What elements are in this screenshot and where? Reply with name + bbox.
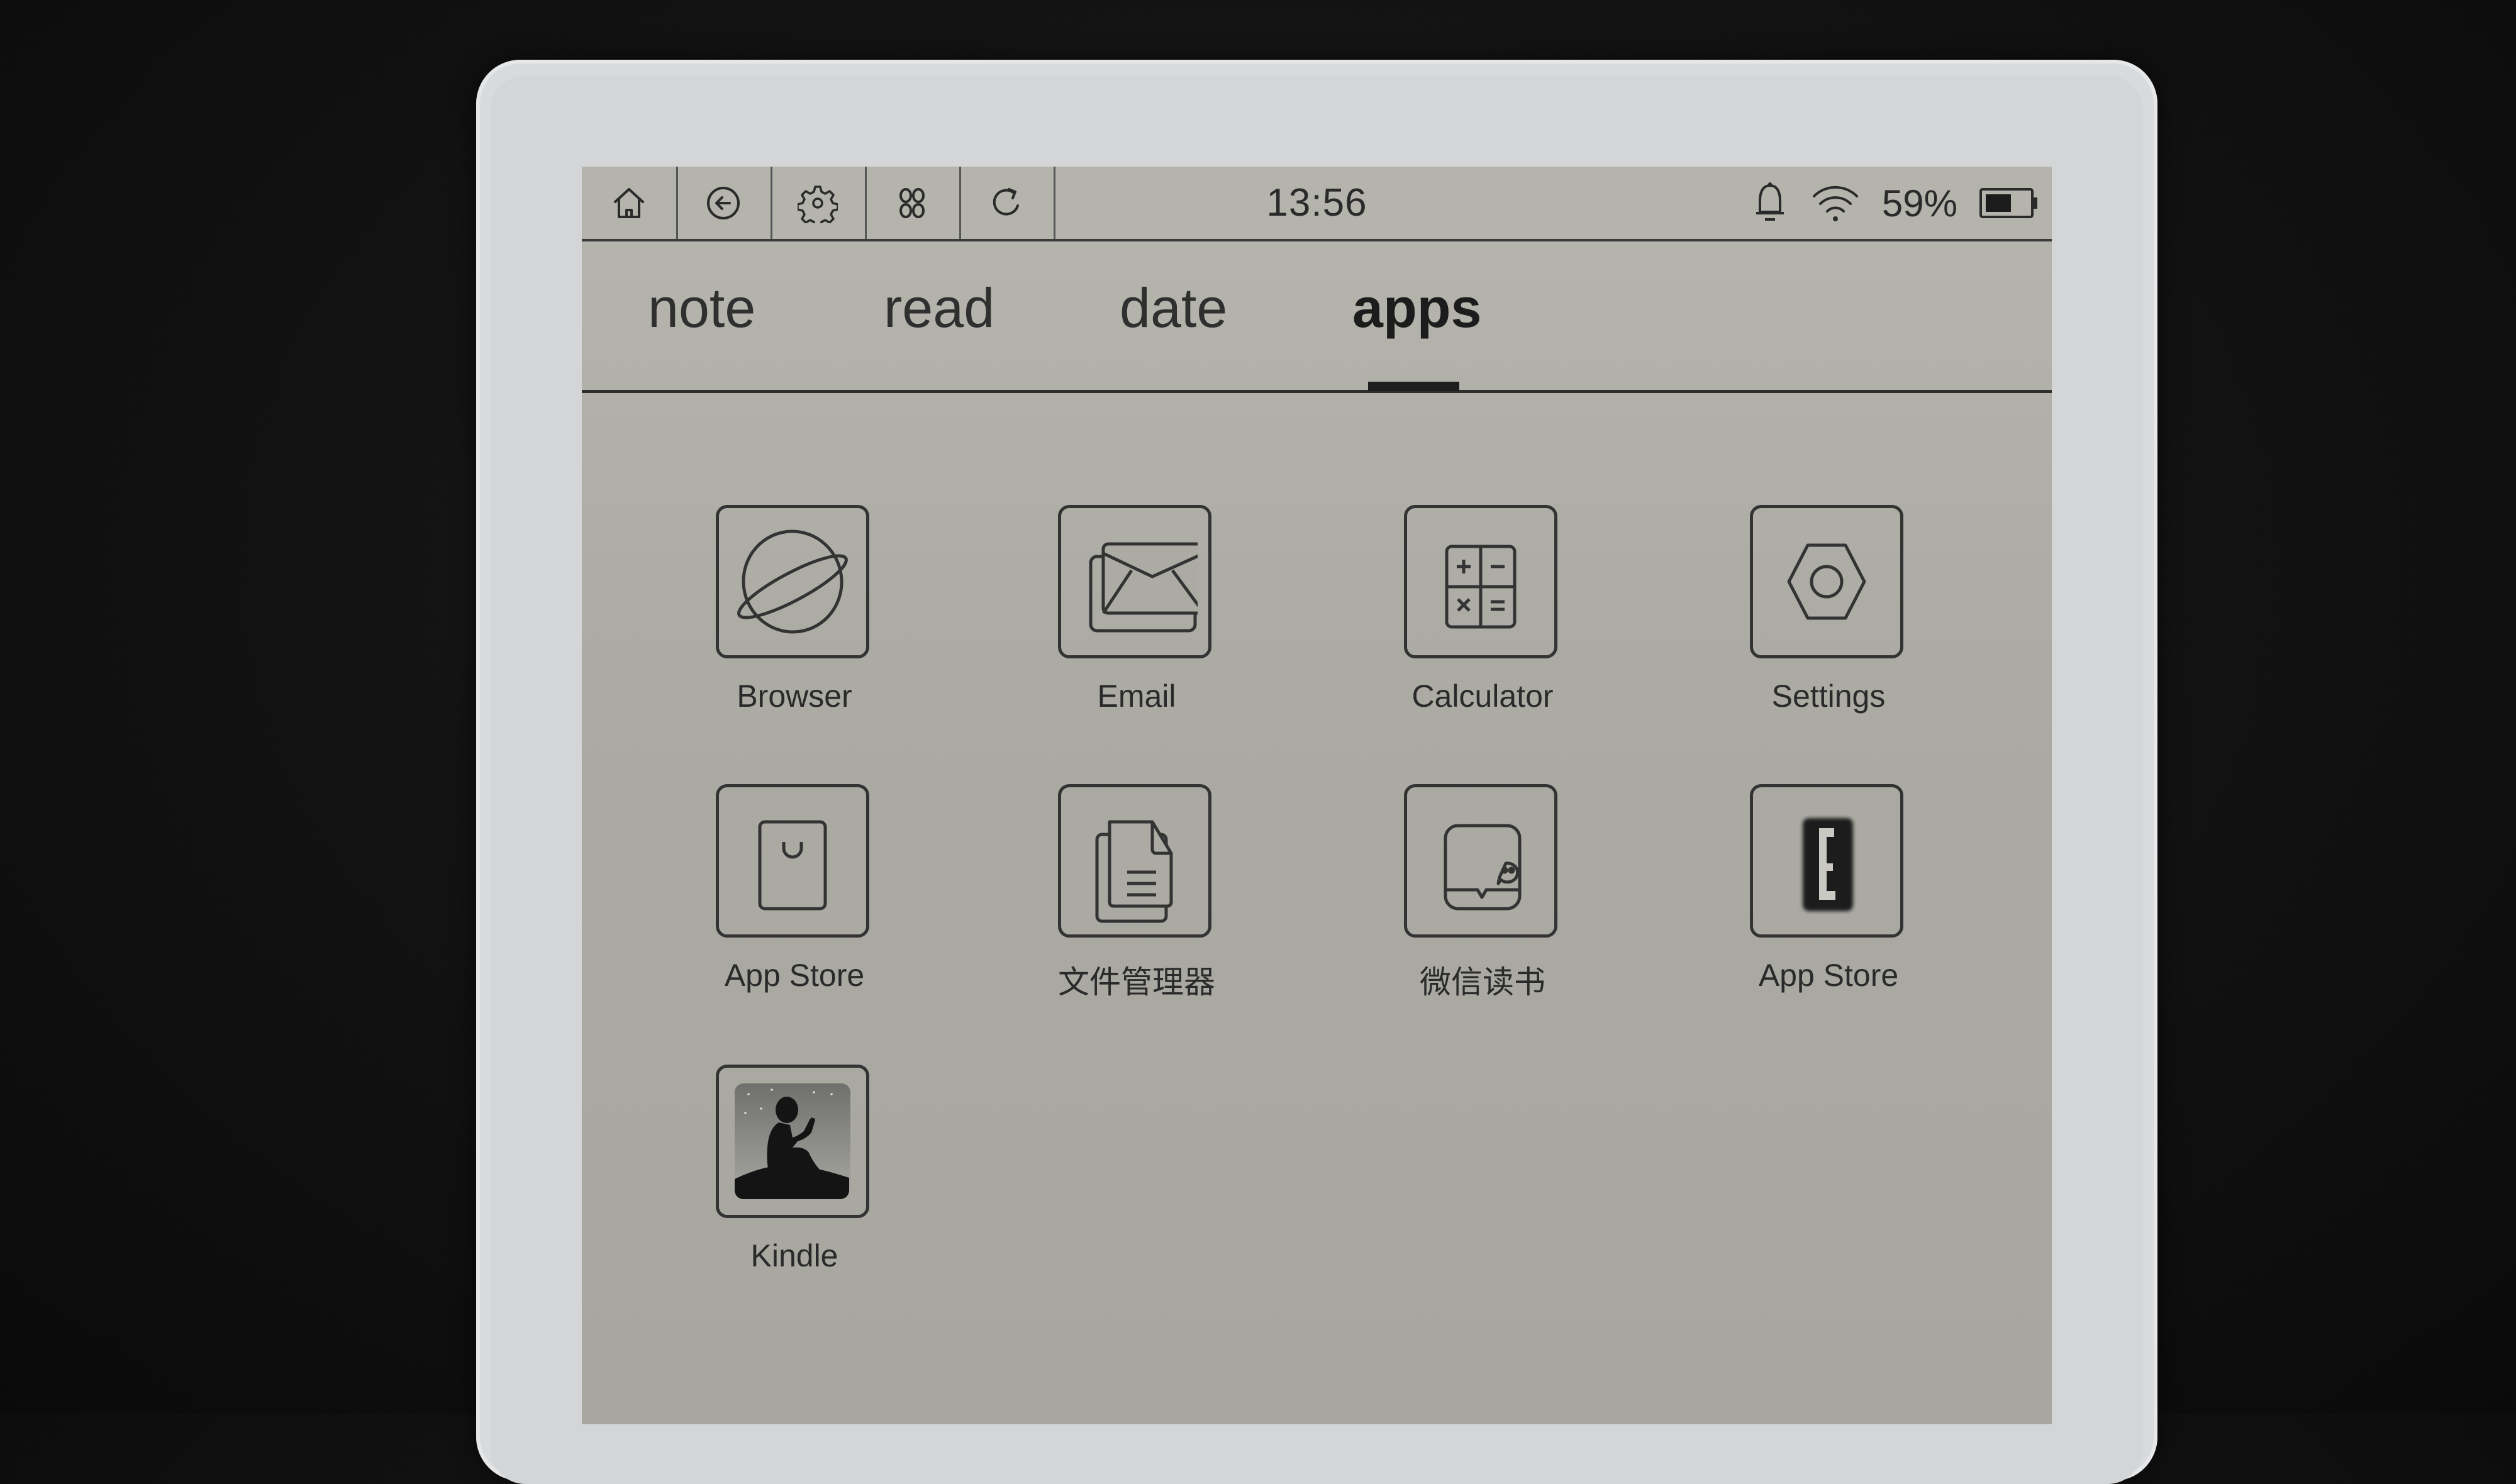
tab-date[interactable]: date <box>1120 276 1227 340</box>
app-e-store[interactable]: App Store <box>1722 784 1935 993</box>
app-label: Calculator <box>1411 678 1554 714</box>
app-icon-frame <box>716 784 869 938</box>
eink-screen: 13:56 59% note read date apps Browser Em… <box>582 167 2052 1424</box>
app-label: Settings <box>1771 678 1886 714</box>
battery-level-fill <box>1986 194 2011 212</box>
app-label: Email <box>1097 678 1176 714</box>
battery-percent: 59% <box>1881 182 1957 224</box>
active-tab-indicator <box>1368 382 1459 391</box>
planet-icon <box>737 529 848 634</box>
app-icon-frame <box>1750 784 1903 938</box>
app-browser[interactable]: Browser <box>687 505 901 714</box>
e-letter-icon <box>1803 818 1853 911</box>
shopping-bag-icon <box>758 820 827 911</box>
tab-apps[interactable]: apps <box>1352 276 1481 340</box>
hex-nut-icon <box>1787 543 1866 620</box>
kindle-reader-icon <box>735 1083 850 1199</box>
wechat-reading-icon <box>1444 824 1522 911</box>
app-label: 微信读书 <box>1420 965 1545 1000</box>
app-icon-frame <box>1750 505 1903 658</box>
calculator-icon <box>1445 545 1517 629</box>
app-label: App Store <box>1758 958 1899 993</box>
documents-icon <box>1095 820 1173 923</box>
status-area: 59% <box>1751 178 2039 228</box>
app-icon-frame <box>1404 505 1557 658</box>
app-icon-frame <box>1058 784 1211 938</box>
tab-bar: note read date apps <box>582 241 2052 393</box>
app-wechat-reading[interactable]: 微信读书 <box>1376 784 1589 1000</box>
top-toolbar: 13:56 59% <box>582 167 2052 241</box>
app-settings[interactable]: Settings <box>1722 505 1935 714</box>
app-label: App Store <box>724 958 865 993</box>
app-email[interactable]: Email <box>1030 505 1244 714</box>
app-icon-frame <box>716 505 869 658</box>
wifi-icon[interactable] <box>1810 182 1861 224</box>
app-icon-frame <box>1404 784 1557 938</box>
app-icon-frame <box>1058 505 1211 658</box>
app-icon-frame <box>716 1065 869 1218</box>
app-kindle[interactable]: Kindle <box>687 1065 901 1273</box>
app-app-store[interactable]: App Store <box>687 784 901 993</box>
app-label: 文件管理器 <box>1058 965 1215 1000</box>
app-label: Browser <box>737 678 852 714</box>
app-label: Kindle <box>750 1238 838 1273</box>
app-calculator[interactable]: Calculator <box>1376 505 1589 714</box>
bell-icon[interactable] <box>1751 180 1789 226</box>
tab-read[interactable]: read <box>884 276 994 340</box>
tab-note[interactable]: note <box>648 276 755 340</box>
envelope-icon <box>1089 542 1198 633</box>
app-file-manager[interactable]: 文件管理器 <box>1030 784 1244 1000</box>
battery-icon[interactable] <box>1979 187 2039 219</box>
